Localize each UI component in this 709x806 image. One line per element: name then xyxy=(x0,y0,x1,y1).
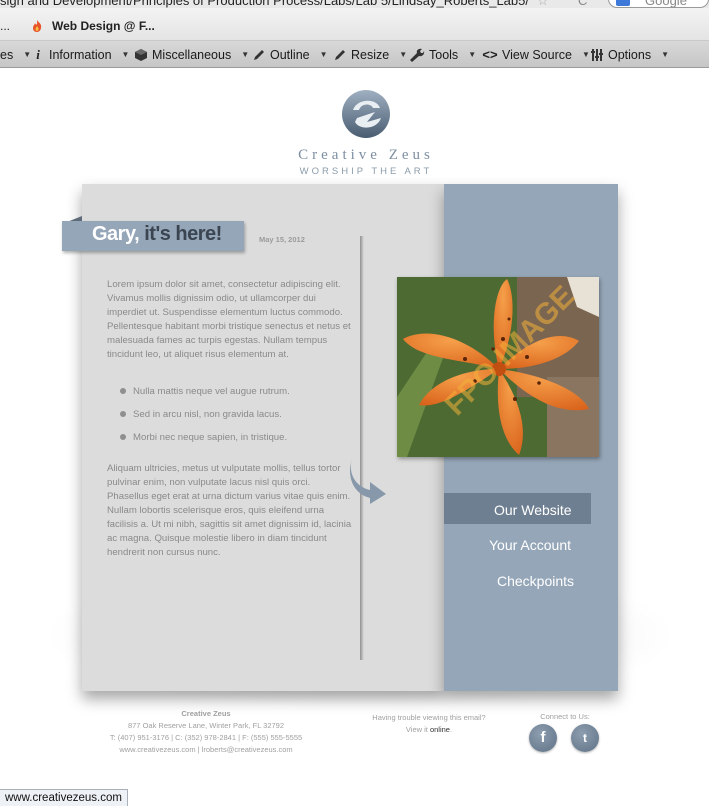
article-date: May 15, 2012 xyxy=(259,235,305,244)
creative-zeus-logo-icon xyxy=(342,90,390,138)
list-item-text: Morbi nec neque sapien, in tristique. xyxy=(133,432,288,443)
bookmark-overflow[interactable]: ... xyxy=(0,19,10,33)
bullet-dot xyxy=(120,388,126,394)
status-bar: www.creativezeus.com xyxy=(0,789,128,806)
nav-your-account[interactable]: Your Account xyxy=(489,537,571,553)
column-divider xyxy=(360,236,364,660)
list-item: Morbi nec neque sapien, in tristique. xyxy=(120,431,340,454)
list-item: Sed in arcu nisl, non gravida lacus. xyxy=(120,408,340,431)
devbar-item-information[interactable]: i Information ▼ xyxy=(31,46,129,63)
pencil-icon xyxy=(254,49,264,60)
caret-down-icon: ▼ xyxy=(121,50,130,59)
web-developer-toolbar: es ▼ i Information ▼ Miscellaneous ▼ Outlin… xyxy=(0,41,709,68)
trouble-text: Having trouble viewing this email? xyxy=(372,713,486,722)
curved-arrow-icon xyxy=(350,458,386,504)
list-item-text: Nulla mattis neque vel augue rutrum. xyxy=(133,386,290,397)
brand-name: Creative Zeus xyxy=(298,147,434,163)
view-it-text: View it xyxy=(405,725,430,734)
list-item: Nulla mattis neque vel augue rutrum. xyxy=(120,385,340,408)
bookmarks-bar: ... Web Design @ F... xyxy=(0,8,709,41)
connect-label: Connect to Us: xyxy=(540,712,590,721)
devbar-item-label: Resize xyxy=(351,47,390,62)
footer-phones: T: (407) 951-3176 | C: (352) 978-2841 | … xyxy=(109,733,303,742)
devbar-item-label: Information xyxy=(49,47,112,62)
bookmark-star-icon[interactable]: ☆ xyxy=(537,0,549,8)
info-icon: i xyxy=(36,46,40,62)
footer-view-online: Having trouble viewing this email? View … xyxy=(348,712,510,736)
footer-web-email[interactable]: www.creativezeus.com | lroberts@creative… xyxy=(106,744,306,756)
devbar-item-label: es xyxy=(0,47,14,62)
facebook-icon[interactable]: f xyxy=(529,724,557,752)
code-icon: <> xyxy=(482,47,498,62)
cube-icon xyxy=(135,48,147,61)
caret-down-icon: ▼ xyxy=(319,50,328,59)
devbar-item-label: Outline xyxy=(270,47,310,62)
devbar-item-label: View Source xyxy=(502,47,572,62)
devbar-item-label: Miscellaneous xyxy=(152,47,232,62)
caret-down-icon: ▼ xyxy=(23,50,32,59)
flame-favicon-icon xyxy=(33,20,42,32)
bullet-dot xyxy=(120,434,126,440)
devbar-item-tools[interactable]: Tools ▼ xyxy=(409,46,476,63)
article-title: Gary, it's here! xyxy=(92,223,222,246)
devbar-item-miscellaneous[interactable]: Miscellaneous ▼ xyxy=(134,46,249,63)
title-name: Gary, xyxy=(92,223,140,245)
period-text: . xyxy=(449,725,453,734)
facebook-glyph: f xyxy=(540,729,546,746)
url-text[interactable]: sign and Development/Principles of Produ… xyxy=(0,0,529,8)
devbar-item-view-source[interactable]: <> View Source ▼ xyxy=(482,46,590,63)
lily-photo: FPO IMAGE xyxy=(397,277,599,457)
bullet-list: Nulla mattis neque vel augue rutrum. Sed… xyxy=(120,385,340,454)
footer-company-name: Creative Zeus xyxy=(181,709,231,718)
resize-pencil-icon xyxy=(335,49,345,60)
twitter-glyph: t xyxy=(583,731,587,745)
wrench-icon xyxy=(410,48,425,62)
devbar-item-label: Options xyxy=(608,47,652,62)
article-paragraph-2: Aliquam ultricies, metus ut vulputate mo… xyxy=(107,463,352,558)
article-paragraph-1: Lorem ipsum dolor sit amet, consectetur … xyxy=(107,279,351,360)
devbar-item-options[interactable]: Options ▼ xyxy=(590,46,669,63)
reload-icon[interactable]: C xyxy=(578,0,587,8)
sliders-icon xyxy=(591,48,603,61)
caret-down-icon: ▼ xyxy=(661,50,670,59)
nav-checkpoints[interactable]: Checkpoints xyxy=(497,573,574,589)
nav-our-website[interactable]: Our Website xyxy=(494,502,572,518)
footer-contact: Creative Zeus 877 Oak Reserve Lane, Wint… xyxy=(106,708,306,756)
twitter-icon[interactable]: t xyxy=(571,724,599,752)
bookmark-web-design[interactable]: Web Design @ F... xyxy=(52,19,155,33)
caret-down-icon: ▼ xyxy=(581,50,590,59)
bullet-dot xyxy=(120,411,126,417)
google-search-icon xyxy=(616,0,630,6)
caret-down-icon: ▼ xyxy=(399,50,408,59)
title-rest: it's here! xyxy=(139,223,222,245)
view-online-line: View it online. xyxy=(348,724,510,736)
devbar-item-es[interactable]: es ▼ xyxy=(0,46,31,63)
search-engine-label: Google xyxy=(645,0,687,8)
devbar-item-label: Tools xyxy=(429,47,459,62)
address-bar[interactable]: sign and Development/Principles of Produ… xyxy=(0,0,709,8)
online-link[interactable]: online xyxy=(430,725,450,734)
brand-tagline: WORSHIP THE ART xyxy=(299,166,433,177)
caret-down-icon: ▼ xyxy=(468,50,477,59)
list-item-text: Sed in arcu nisl, non gravida lacus. xyxy=(133,409,282,420)
caret-down-icon: ▼ xyxy=(241,50,250,59)
footer-address: 877 Oak Reserve Lane, Winter Park, FL 32… xyxy=(127,721,285,730)
devbar-item-resize[interactable]: Resize ▼ xyxy=(333,46,407,63)
devbar-item-outline[interactable]: Outline ▼ xyxy=(252,46,328,63)
